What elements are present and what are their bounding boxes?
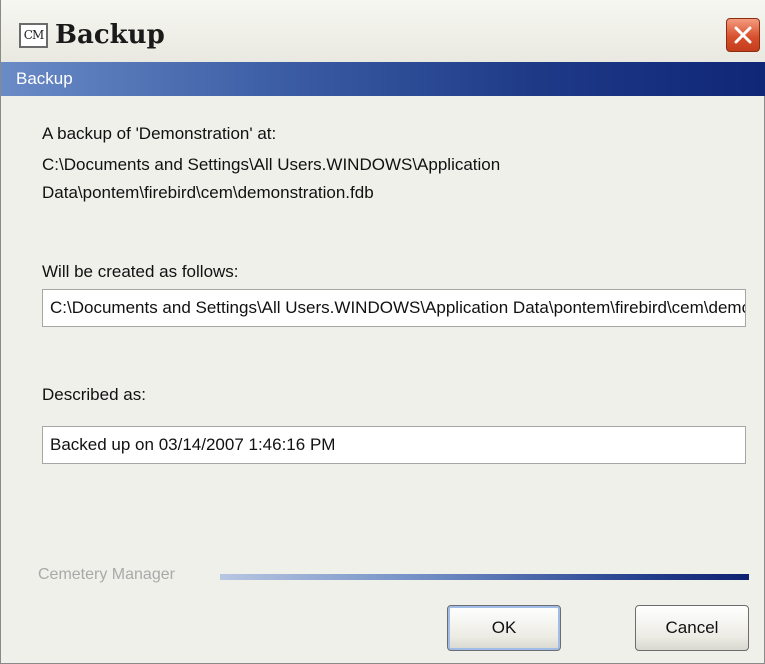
destination-label: Will be created as follows: <box>42 262 239 281</box>
source-path-line-2: Data\pontem\firebird\cem\demonstration.f… <box>42 183 374 202</box>
description-input[interactable] <box>43 427 745 463</box>
destination-input[interactable] <box>43 290 745 326</box>
window-title: Backup <box>55 20 165 50</box>
backup-dialog: CM Backup Backup A backup of 'Demonstrat… <box>0 0 765 664</box>
brand-divider <box>220 574 749 580</box>
header-band: Backup <box>1 62 765 96</box>
destination-field[interactable] <box>42 289 746 327</box>
cancel-button[interactable]: Cancel <box>635 605 749 651</box>
close-x-icon <box>734 26 752 44</box>
close-button[interactable] <box>726 18 760 52</box>
intro-text: A backup of 'Demonstration' at: <box>42 124 277 143</box>
title-bar[interactable]: CM Backup <box>1 0 765 63</box>
description-field[interactable] <box>42 426 746 464</box>
brand-label: Cemetery Manager <box>38 566 175 583</box>
cm-app-icon: CM <box>19 23 48 48</box>
description-label: Described as: <box>42 385 146 404</box>
source-path-line-1: C:\Documents and Settings\All Users.WIND… <box>42 155 501 174</box>
ok-button[interactable]: OK <box>447 605 561 651</box>
header-band-label: Backup <box>16 69 73 88</box>
